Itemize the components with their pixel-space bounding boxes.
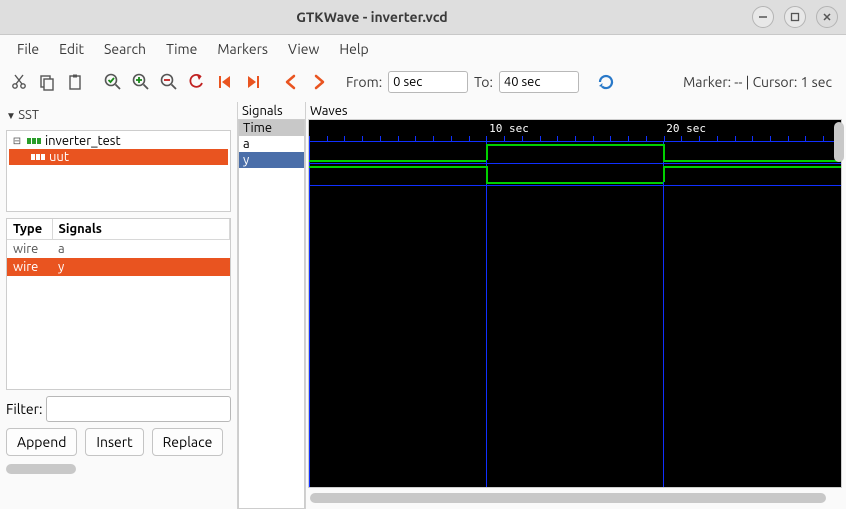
menu-view[interactable]: View — [279, 38, 328, 60]
hierarchy-tree[interactable]: ⊟ inverter_test uut — [6, 130, 231, 212]
filter-label: Filter: — [6, 401, 42, 417]
menu-edit[interactable]: Edit — [50, 38, 93, 60]
zoom-out-icon[interactable] — [158, 71, 180, 93]
goto-start-icon[interactable] — [214, 71, 236, 93]
module-icon — [27, 136, 41, 146]
tree-label: uut — [49, 150, 69, 164]
filter-input[interactable] — [46, 396, 231, 422]
goto-end-icon[interactable] — [242, 71, 264, 93]
menu-help[interactable]: Help — [330, 38, 377, 60]
to-label: To: — [474, 74, 493, 90]
prev-edge-icon[interactable] — [280, 71, 302, 93]
cut-icon[interactable] — [8, 71, 30, 93]
list-item[interactable]: y — [239, 152, 304, 168]
signal-type-table[interactable]: Type Signals wire a wire y — [6, 218, 231, 390]
menu-search[interactable]: Search — [95, 38, 155, 60]
signals-column: Signals Time a y — [238, 102, 306, 509]
from-label: From: — [346, 74, 382, 90]
zoom-fit-icon[interactable] — [102, 71, 124, 93]
table-row[interactable]: wire y — [7, 258, 230, 276]
signals-title: Signals — [238, 104, 305, 119]
sst-pane: SST ⊟ inverter_test uut Type Signals wir… — [0, 102, 238, 509]
append-button[interactable]: Append — [6, 428, 77, 456]
menu-markers[interactable]: Markers — [208, 38, 277, 60]
table-row[interactable]: wire a — [7, 240, 230, 259]
zoom-undo-icon[interactable] — [186, 71, 208, 93]
marker-cursor-status: Marker: -- | Cursor: 1 sec — [683, 74, 832, 90]
title-bar: GTKWave - inverter.vcd — [0, 0, 846, 35]
col-type[interactable]: Type — [7, 219, 52, 240]
next-edge-icon[interactable] — [308, 71, 330, 93]
menu-time[interactable]: Time — [157, 38, 206, 60]
replace-button[interactable]: Replace — [152, 428, 224, 456]
list-item[interactable]: Time — [239, 120, 304, 136]
vertical-scrollbar[interactable] — [834, 122, 844, 162]
module-icon — [31, 152, 45, 162]
maximize-button[interactable] — [784, 6, 806, 28]
toolbar: From: To: Marker: -- | Cursor: 1 sec — [0, 62, 846, 102]
close-button[interactable] — [816, 6, 838, 28]
col-signals[interactable]: Signals — [52, 219, 230, 240]
waves-title: Waves — [308, 104, 842, 119]
minimize-button[interactable] — [752, 6, 774, 28]
expander-icon[interactable]: ⊟ — [11, 135, 23, 147]
signals-list[interactable]: Time a y — [238, 119, 305, 509]
zoom-in-icon[interactable] — [130, 71, 152, 93]
horizontal-scrollbar[interactable] — [6, 464, 76, 474]
tree-row-uut[interactable]: uut — [9, 149, 228, 165]
tree-row-inverter-test[interactable]: ⊟ inverter_test — [9, 133, 228, 149]
waveform-viewer[interactable]: 10 sec20 sec — [308, 119, 842, 488]
menu-bar: File Edit Search Time Markers View Help — [0, 35, 846, 62]
menu-file[interactable]: File — [8, 38, 48, 60]
sst-title[interactable]: SST — [6, 106, 231, 124]
to-input[interactable] — [499, 71, 579, 93]
reload-icon[interactable] — [595, 71, 617, 93]
paste-icon[interactable] — [64, 71, 86, 93]
tree-label: inverter_test — [45, 134, 121, 148]
window-title: GTKWave - inverter.vcd — [0, 9, 744, 25]
list-item[interactable]: a — [239, 136, 304, 152]
from-input[interactable] — [388, 71, 468, 93]
insert-button[interactable]: Insert — [85, 428, 143, 456]
horizontal-scrollbar[interactable] — [310, 493, 826, 503]
copy-icon[interactable] — [36, 71, 58, 93]
waves-pane: Waves 10 sec20 sec — [306, 102, 846, 509]
